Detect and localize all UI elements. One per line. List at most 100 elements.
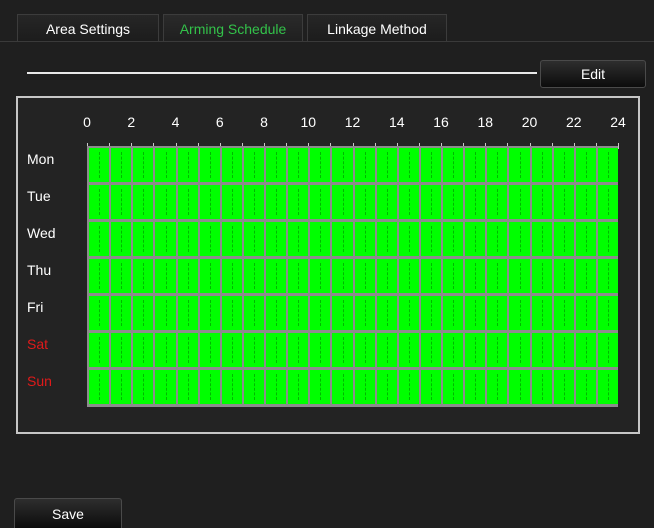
schedule-cell[interactable] <box>355 296 375 330</box>
schedule-cell[interactable] <box>200 185 220 219</box>
schedule-cell[interactable] <box>465 333 485 367</box>
schedule-cell[interactable] <box>377 370 397 404</box>
schedule-cell[interactable] <box>377 222 397 256</box>
schedule-cell[interactable] <box>598 296 618 330</box>
schedule-cell[interactable] <box>111 259 131 293</box>
schedule-cell[interactable] <box>355 333 375 367</box>
schedule-cell[interactable] <box>598 148 618 182</box>
schedule-cell[interactable] <box>266 185 286 219</box>
schedule-cell[interactable] <box>288 333 308 367</box>
schedule-cell[interactable] <box>421 296 441 330</box>
schedule-cell[interactable] <box>133 333 153 367</box>
schedule-cell[interactable] <box>222 333 242 367</box>
schedule-cell[interactable] <box>266 333 286 367</box>
schedule-cell[interactable] <box>244 259 264 293</box>
schedule-cell[interactable] <box>487 259 507 293</box>
schedule-cell[interactable] <box>310 333 330 367</box>
schedule-cell[interactable] <box>421 370 441 404</box>
edit-button[interactable]: Edit <box>540 60 646 88</box>
schedule-cell[interactable] <box>133 296 153 330</box>
schedule-cell[interactable] <box>178 259 198 293</box>
schedule-cell[interactable] <box>421 259 441 293</box>
schedule-cell[interactable] <box>399 148 419 182</box>
schedule-cell[interactable] <box>576 222 596 256</box>
schedule-cell[interactable] <box>554 222 574 256</box>
schedule-cell[interactable] <box>554 185 574 219</box>
schedule-cell[interactable] <box>443 148 463 182</box>
schedule-cell[interactable] <box>244 222 264 256</box>
schedule-cell[interactable] <box>576 259 596 293</box>
schedule-cell[interactable] <box>200 296 220 330</box>
schedule-cell[interactable] <box>532 148 552 182</box>
schedule-cell[interactable] <box>288 222 308 256</box>
schedule-cell[interactable] <box>266 222 286 256</box>
schedule-cell[interactable] <box>222 296 242 330</box>
schedule-cell[interactable] <box>222 148 242 182</box>
schedule-cell[interactable] <box>377 259 397 293</box>
schedule-cell[interactable] <box>598 185 618 219</box>
schedule-cell[interactable] <box>332 370 353 404</box>
schedule-cell[interactable] <box>399 333 419 367</box>
schedule-cell[interactable] <box>355 185 375 219</box>
schedule-cell[interactable] <box>355 370 375 404</box>
schedule-cell[interactable] <box>465 259 485 293</box>
schedule-cell[interactable] <box>487 370 507 404</box>
schedule-cell[interactable] <box>576 185 596 219</box>
schedule-cell[interactable] <box>532 370 552 404</box>
schedule-cell[interactable] <box>509 370 530 404</box>
save-button[interactable]: Save <box>14 498 122 528</box>
schedule-cell[interactable] <box>288 259 308 293</box>
schedule-cell[interactable] <box>200 259 220 293</box>
schedule-cell[interactable] <box>377 296 397 330</box>
schedule-cell[interactable] <box>421 185 441 219</box>
tab-linkage-method[interactable]: Linkage Method <box>307 14 447 42</box>
schedule-cell[interactable] <box>178 370 198 404</box>
schedule-cell[interactable] <box>89 333 109 367</box>
schedule-cell[interactable] <box>155 222 176 256</box>
schedule-cell[interactable] <box>222 259 242 293</box>
schedule-cell[interactable] <box>443 296 463 330</box>
schedule-cell[interactable] <box>266 148 286 182</box>
schedule-cell[interactable] <box>89 370 109 404</box>
schedule-cell[interactable] <box>288 296 308 330</box>
schedule-cell[interactable] <box>576 148 596 182</box>
schedule-cell[interactable] <box>288 370 308 404</box>
schedule-cell[interactable] <box>509 185 530 219</box>
schedule-cell[interactable] <box>399 185 419 219</box>
schedule-cell[interactable] <box>509 222 530 256</box>
schedule-cell[interactable] <box>89 185 109 219</box>
schedule-cell[interactable] <box>399 222 419 256</box>
schedule-cell[interactable] <box>554 333 574 367</box>
schedule-cell[interactable] <box>377 333 397 367</box>
tab-arming-schedule[interactable]: Arming Schedule <box>163 14 303 42</box>
schedule-cell[interactable] <box>554 296 574 330</box>
schedule-cell[interactable] <box>244 370 264 404</box>
schedule-cell[interactable] <box>443 333 463 367</box>
schedule-cell[interactable] <box>576 333 596 367</box>
schedule-cell[interactable] <box>155 259 176 293</box>
schedule-cell[interactable] <box>465 185 485 219</box>
schedule-cell[interactable] <box>178 148 198 182</box>
schedule-cell[interactable] <box>421 333 441 367</box>
schedule-cell[interactable] <box>133 259 153 293</box>
schedule-cell[interactable] <box>532 333 552 367</box>
schedule-cell[interactable] <box>487 296 507 330</box>
schedule-cell[interactable] <box>443 185 463 219</box>
schedule-cell[interactable] <box>310 148 330 182</box>
schedule-cell[interactable] <box>178 296 198 330</box>
schedule-cell[interactable] <box>244 185 264 219</box>
schedule-cell[interactable] <box>266 296 286 330</box>
schedule-cell[interactable] <box>89 296 109 330</box>
schedule-cell[interactable] <box>244 148 264 182</box>
schedule-cell[interactable] <box>554 259 574 293</box>
schedule-cell[interactable] <box>443 259 463 293</box>
schedule-cell[interactable] <box>266 259 286 293</box>
schedule-cell[interactable] <box>200 222 220 256</box>
schedule-cell[interactable] <box>465 148 485 182</box>
schedule-cell[interactable] <box>598 222 618 256</box>
schedule-cell[interactable] <box>355 148 375 182</box>
schedule-cell[interactable] <box>244 333 264 367</box>
schedule-cell[interactable] <box>310 259 330 293</box>
schedule-cell[interactable] <box>509 333 530 367</box>
schedule-cell[interactable] <box>178 185 198 219</box>
